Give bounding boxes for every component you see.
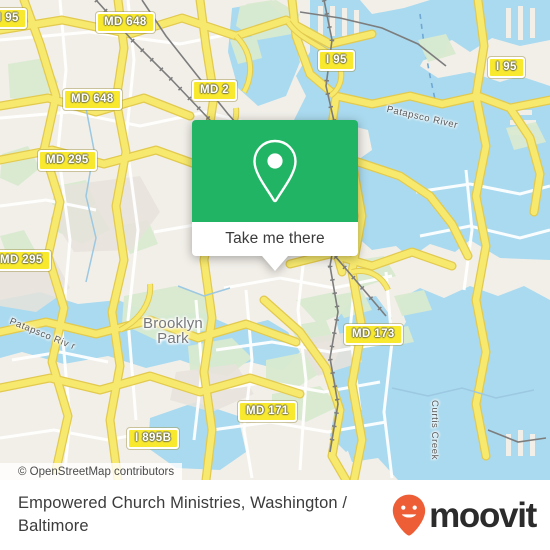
moovit-logo[interactable]: moovit bbox=[392, 494, 537, 536]
moovit-pin-smile-icon bbox=[392, 494, 426, 536]
road-shield-i95-center[interactable]: I 95 bbox=[318, 50, 355, 71]
road-shield-i895b[interactable]: I 895B bbox=[127, 428, 180, 449]
take-me-there-label: Take me there bbox=[225, 230, 325, 247]
take-me-there-button[interactable]: Take me there bbox=[192, 222, 358, 256]
road-shield-md295-west[interactable]: MD 295 bbox=[0, 250, 51, 271]
map-pin-icon bbox=[253, 139, 297, 203]
road-shield-i95-east[interactable]: I 95 bbox=[488, 57, 525, 78]
road-shield-md173[interactable]: MD 173 bbox=[344, 324, 403, 345]
map-attribution: © OpenStreetMap contributors bbox=[0, 463, 183, 480]
attribution-text: © OpenStreetMap contributors bbox=[18, 465, 175, 478]
map-canvas[interactable]: Brooklyn Park Patapsco River Patapsco Ri… bbox=[0, 0, 550, 480]
road-shield-i95-northwest[interactable]: I 95 bbox=[0, 8, 27, 29]
map-screenshot-root: Brooklyn Park Patapsco River Patapsco Ri… bbox=[0, 0, 550, 550]
road-shield-md648-north[interactable]: MD 648 bbox=[96, 12, 155, 33]
road-shield-md648-west[interactable]: MD 648 bbox=[63, 89, 122, 110]
location-popup-card[interactable]: Take me there bbox=[192, 120, 358, 271]
popup-pointer-tail bbox=[262, 256, 288, 271]
road-shield-md171[interactable]: MD 171 bbox=[238, 401, 297, 422]
page-title: Empowered Church Ministries, Washington … bbox=[18, 494, 348, 535]
road-shield-md2[interactable]: MD 2 bbox=[192, 80, 238, 101]
popup-header bbox=[192, 120, 358, 222]
moovit-wordmark: moovit bbox=[429, 495, 537, 535]
road-shield-md295-north[interactable]: MD 295 bbox=[38, 150, 97, 171]
footer-bar: Empowered Church Ministries, Washington … bbox=[0, 480, 550, 550]
